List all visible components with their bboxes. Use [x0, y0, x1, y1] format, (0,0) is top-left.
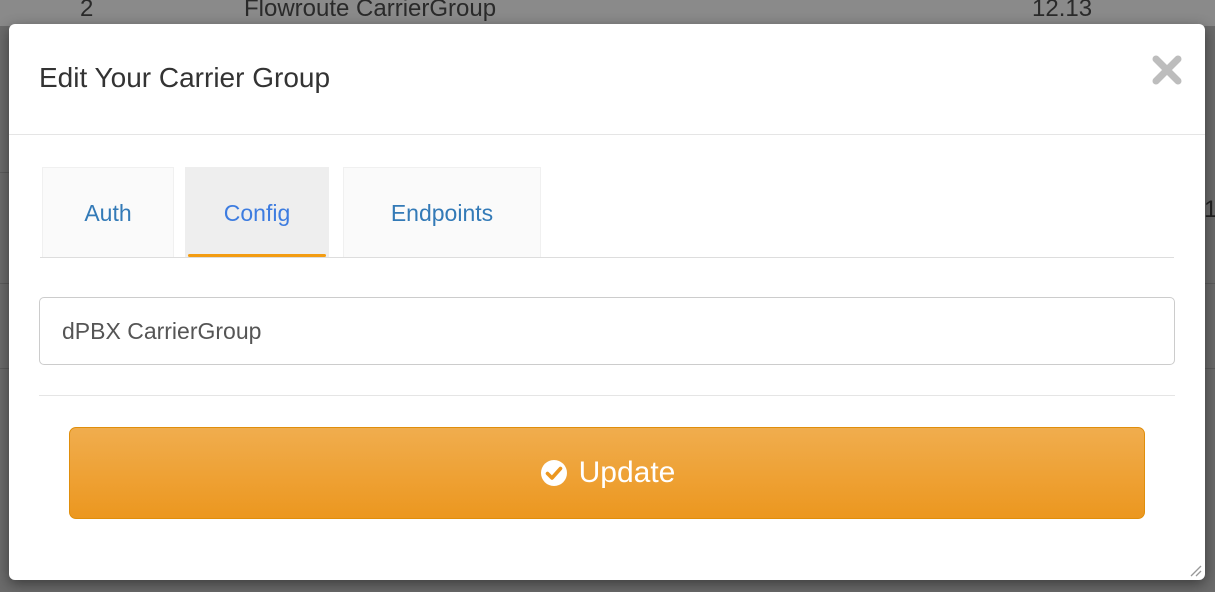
- modal-title: Edit Your Carrier Group: [39, 62, 331, 93]
- edit-carrier-group-modal: Edit Your Carrier Group Auth Config Endp…: [9, 24, 1205, 580]
- background-table-divider: [0, 368, 9, 369]
- close-icon: [1152, 55, 1182, 85]
- background-row-value: 12.13: [1032, 0, 1093, 22]
- background-table-divider: [1205, 283, 1215, 284]
- update-button-label: Update: [578, 456, 676, 489]
- background-table-divider: [0, 283, 9, 284]
- tab-config[interactable]: Config: [185, 167, 329, 257]
- background-table-row: 2 Flowroute CarrierGroup 12.13: [0, 0, 1215, 26]
- form-divider: [39, 395, 1175, 396]
- background-row-number: 2: [80, 0, 94, 22]
- close-button[interactable]: [1147, 50, 1187, 90]
- resize-handle-icon[interactable]: [1187, 562, 1203, 578]
- modal-header: Edit Your Carrier Group: [9, 24, 1205, 135]
- update-button[interactable]: Update: [69, 427, 1145, 519]
- tab-bar: Auth Config Endpoints: [40, 167, 1174, 258]
- carrier-group-name-input[interactable]: [39, 297, 1175, 365]
- tab-auth[interactable]: Auth: [42, 167, 174, 257]
- background-cell-fragment: 1: [1204, 196, 1215, 223]
- background-table-divider: [1205, 368, 1215, 369]
- check-circle-icon: [539, 458, 569, 488]
- background-table-divider: [0, 172, 9, 173]
- background-row-name: Flowroute CarrierGroup: [244, 0, 497, 22]
- tab-endpoints[interactable]: Endpoints: [343, 167, 541, 257]
